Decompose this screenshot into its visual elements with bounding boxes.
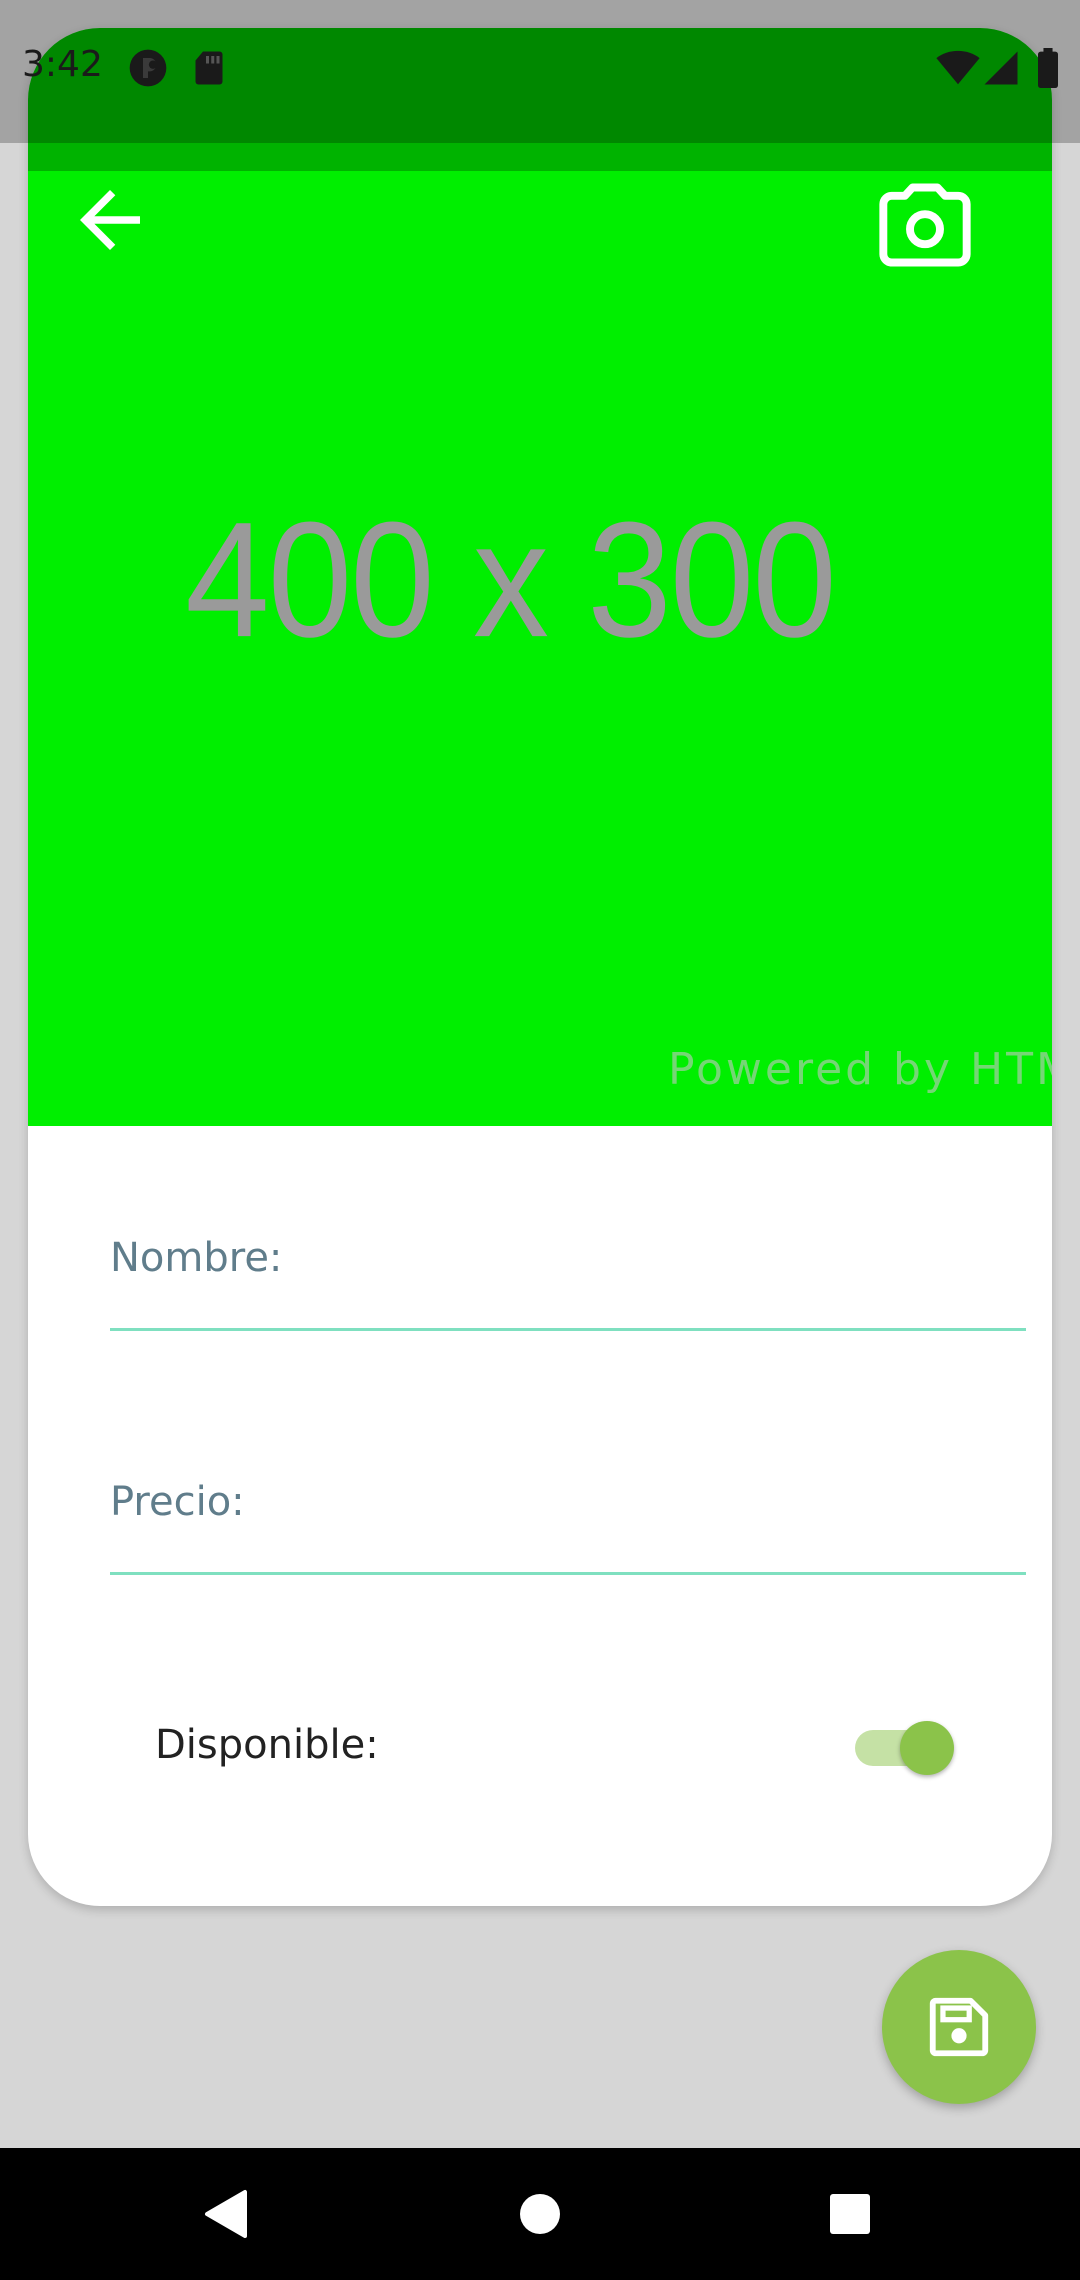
available-label: Disponible: [155, 1722, 379, 1768]
home-circle-icon [520, 2194, 560, 2234]
arrow-left-icon [80, 190, 140, 250]
name-field[interactable]: Nombre: [110, 1211, 1030, 1331]
available-row: Disponible: [155, 1708, 965, 1788]
signal-icon [982, 48, 1020, 88]
nav-recents-button[interactable] [790, 2148, 910, 2280]
name-input[interactable] [110, 1211, 1030, 1328]
nav-back-button[interactable] [166, 2148, 286, 2280]
price-input[interactable] [110, 1455, 1030, 1572]
save-button[interactable] [882, 1950, 1036, 2104]
back-triangle-icon [205, 2190, 247, 2238]
nav-home-button[interactable] [480, 2148, 600, 2280]
price-field[interactable]: Precio: [110, 1455, 1030, 1575]
status-app-icon [128, 48, 168, 88]
navigation-bar [0, 2148, 1080, 2280]
price-underline [110, 1572, 1026, 1575]
available-switch[interactable] [855, 1718, 955, 1778]
image-size-text: 400 x 300 [185, 488, 837, 672]
camera-button[interactable] [870, 170, 980, 280]
back-button[interactable] [60, 170, 160, 270]
save-icon [929, 1997, 989, 2057]
camera-icon [879, 183, 971, 267]
name-underline [110, 1328, 1026, 1331]
recents-square-icon [830, 2194, 870, 2234]
battery-icon [1034, 46, 1062, 90]
wifi-icon [936, 48, 980, 88]
sd-card-icon [192, 48, 226, 88]
image-powered-text: Powered by HTML [668, 1044, 1052, 1095]
status-time: 3:42 [22, 44, 103, 85]
status-bar: 3:42 [0, 0, 1080, 143]
available-switch-thumb [900, 1721, 954, 1775]
product-form-card: 400 x 300 Powered by HTML Nombre: Precio… [28, 28, 1052, 1906]
